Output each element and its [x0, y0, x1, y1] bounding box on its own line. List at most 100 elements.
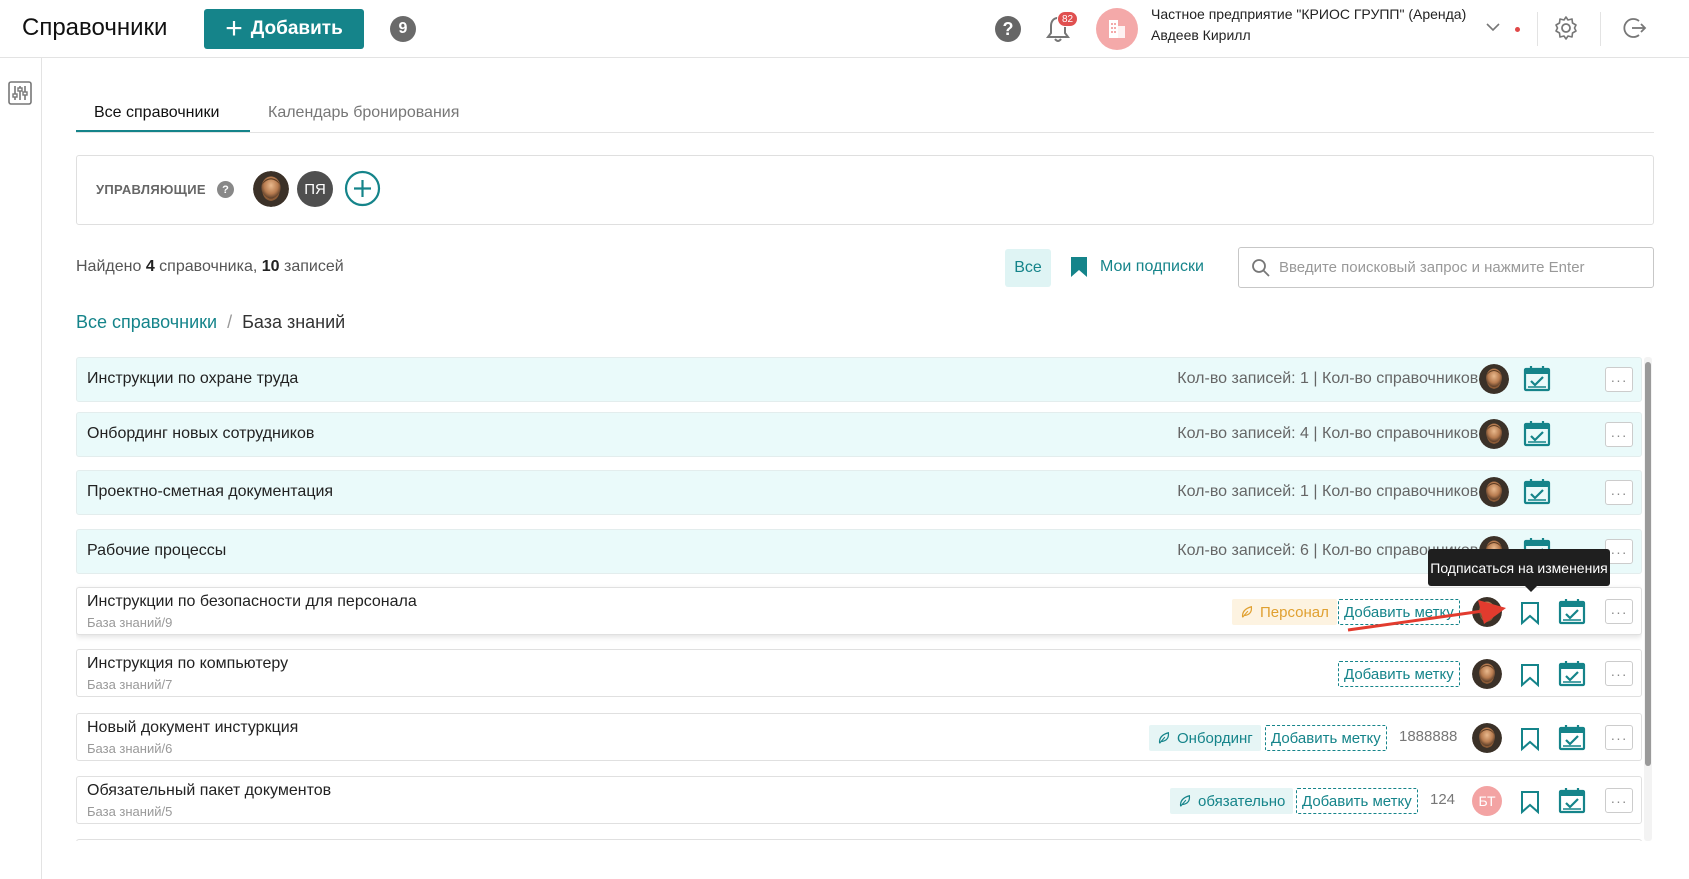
filter-settings-icon[interactable]: [7, 80, 33, 106]
breadcrumb-root-link[interactable]: Все справочники: [76, 312, 217, 333]
breadcrumb-separator: /: [227, 312, 233, 332]
chevron-down-icon[interactable]: [1484, 18, 1502, 36]
document-path: База знаний/6: [87, 741, 173, 756]
owner-avatar[interactable]: [1479, 364, 1509, 394]
manager-initials-avatar[interactable]: ПЯ: [297, 171, 333, 207]
calendar-check-icon[interactable]: [1557, 597, 1587, 627]
filter-all-button[interactable]: Все: [1005, 249, 1051, 287]
breadcrumb-current: База знаний: [242, 312, 346, 332]
search-input[interactable]: [1279, 259, 1639, 276]
more-menu-button[interactable]: ···: [1605, 788, 1633, 813]
managers-label: УПРАВЛЯЮЩИЕ: [96, 182, 206, 197]
folder-row[interactable]: Инструкции по охране труда Кол-во записе…: [76, 357, 1642, 402]
folder-title: Инструкции по охране труда: [87, 370, 299, 387]
document-title: Новый документ инстуркция: [87, 719, 299, 736]
breadcrumb: Все справочники / База знаний: [76, 312, 345, 333]
managers-panel: УПРАВЛЯЮЩИЕ ? ПЯ: [76, 155, 1654, 225]
more-menu-button[interactable]: ···: [1605, 725, 1633, 750]
add-tag-button[interactable]: Добавить метку: [1338, 661, 1460, 687]
owner-avatar[interactable]: [1479, 477, 1509, 507]
help-icon[interactable]: ?: [217, 181, 234, 198]
my-subscriptions-button[interactable]: Мои подписки: [1068, 255, 1204, 279]
document-row[interactable]: [76, 839, 1642, 841]
tag-badge[interactable]: обязательно: [1170, 788, 1294, 814]
leaf-icon: [1178, 794, 1192, 808]
more-menu-button[interactable]: ···: [1605, 661, 1633, 686]
tab-booking-calendar[interactable]: Календарь бронирования: [268, 104, 459, 122]
owner-avatar[interactable]: [1472, 659, 1502, 689]
more-menu-button[interactable]: ···: [1605, 480, 1633, 505]
document-row[interactable]: Новый документ инстуркция База знаний/6 …: [76, 713, 1642, 761]
calendar-check-icon[interactable]: [1522, 364, 1552, 394]
folder-stats: Кол-во записей: 1 | Кол-во справочников:…: [1177, 370, 1496, 387]
calendar-check-icon[interactable]: [1522, 419, 1552, 449]
add-manager-icon[interactable]: [344, 170, 381, 207]
folder-row[interactable]: Онбординг новых сотрудников Кол-во запис…: [76, 412, 1642, 457]
building-icon: [1109, 20, 1125, 38]
folder-row[interactable]: Проектно-сметная документация Кол-во зап…: [76, 470, 1642, 515]
bookmark-icon[interactable]: [1517, 662, 1543, 688]
leaf-icon: [1157, 731, 1171, 745]
more-menu-button[interactable]: ···: [1605, 422, 1633, 447]
add-tag-button[interactable]: Добавить метку: [1265, 725, 1387, 751]
gear-icon[interactable]: [1553, 15, 1579, 41]
tag-label: обязательно: [1198, 792, 1286, 810]
document-number: 1888888: [1399, 728, 1458, 745]
logout-icon[interactable]: [1622, 15, 1648, 41]
tag-badge[interactable]: Онбординг: [1149, 725, 1261, 751]
document-row[interactable]: Инструкция по компьютеру База знаний/7 Д…: [76, 649, 1642, 697]
bookmark-icon[interactable]: [1517, 726, 1543, 752]
leaf-icon: [1240, 605, 1254, 619]
bookmark-icon[interactable]: [1517, 789, 1543, 815]
divider: [1537, 12, 1538, 46]
folder-title: Рабочие процессы: [87, 542, 227, 559]
tab-all-directories[interactable]: Все справочники: [94, 104, 219, 122]
more-menu-button[interactable]: ···: [1605, 367, 1633, 392]
owner-initials-avatar[interactable]: БТ: [1472, 786, 1502, 816]
tag-badge[interactable]: Персонал: [1232, 599, 1337, 625]
folder-title: Проектно-сметная документация: [87, 483, 334, 500]
tag-label: Персонал: [1260, 603, 1329, 621]
bookmark-filled-icon: [1071, 257, 1087, 277]
page-title: Справочники: [22, 14, 168, 41]
top-bar: Справочники + Добавить 9 ? 82 Частное пр…: [0, 0, 1689, 58]
search-icon: [1252, 258, 1270, 277]
plus-icon: +: [225, 12, 243, 45]
results-summary: Найдено 4 справочника, 10 записей: [76, 258, 344, 275]
org-name: Частное предприятие "КРИОС ГРУПП" (Аренд…: [1151, 6, 1467, 22]
tab-bar: Все справочники Календарь бронирования: [76, 90, 1654, 133]
document-number: 124: [1430, 791, 1456, 808]
document-title: Обязательный пакет документов: [87, 782, 332, 799]
more-menu-button[interactable]: ···: [1605, 599, 1633, 624]
subscribe-tooltip: Подписаться на изменения: [1428, 549, 1610, 592]
folder-stats: Кол-во записей: 4 | Кол-во справочников:…: [1177, 425, 1496, 442]
status-dot: [1515, 27, 1520, 32]
owner-avatar[interactable]: [1479, 419, 1509, 449]
annotation-arrow: [1347, 600, 1506, 632]
manager-avatar[interactable]: [253, 171, 289, 207]
add-button[interactable]: + Добавить: [204, 9, 364, 49]
document-path: База знаний/9: [87, 615, 173, 630]
add-tag-button[interactable]: Добавить метку: [1296, 788, 1418, 814]
active-tab-indicator: [76, 130, 250, 132]
calendar-check-icon[interactable]: [1557, 786, 1587, 816]
bookmark-icon[interactable]: [1517, 600, 1543, 626]
search-box[interactable]: [1238, 247, 1654, 288]
count-badge[interactable]: 9: [390, 16, 416, 42]
calendar-check-icon[interactable]: [1522, 477, 1552, 507]
owner-avatar[interactable]: [1472, 723, 1502, 753]
document-path: База знаний/7: [87, 677, 173, 692]
user-name: Авдеев Кирилл: [1151, 27, 1251, 43]
scrollbar-thumb[interactable]: [1645, 362, 1651, 766]
document-row[interactable]: Обязательный пакет документов База знани…: [76, 776, 1642, 824]
left-sidebar: [0, 58, 42, 879]
document-title: Инструкции по безопасности для персонала: [87, 593, 417, 610]
folder-stats: Кол-во записей: 1 | Кол-во справочников:…: [1177, 483, 1496, 500]
org-avatar[interactable]: [1096, 8, 1138, 50]
calendar-check-icon[interactable]: [1557, 659, 1587, 689]
folder-row[interactable]: Рабочие процессы Кол-во записей: 6 | Кол…: [76, 529, 1642, 574]
folder-title: Онбординг новых сотрудников: [87, 425, 315, 442]
help-icon[interactable]: ?: [995, 16, 1021, 42]
add-button-label: Добавить: [250, 18, 343, 39]
calendar-check-icon[interactable]: [1557, 723, 1587, 753]
